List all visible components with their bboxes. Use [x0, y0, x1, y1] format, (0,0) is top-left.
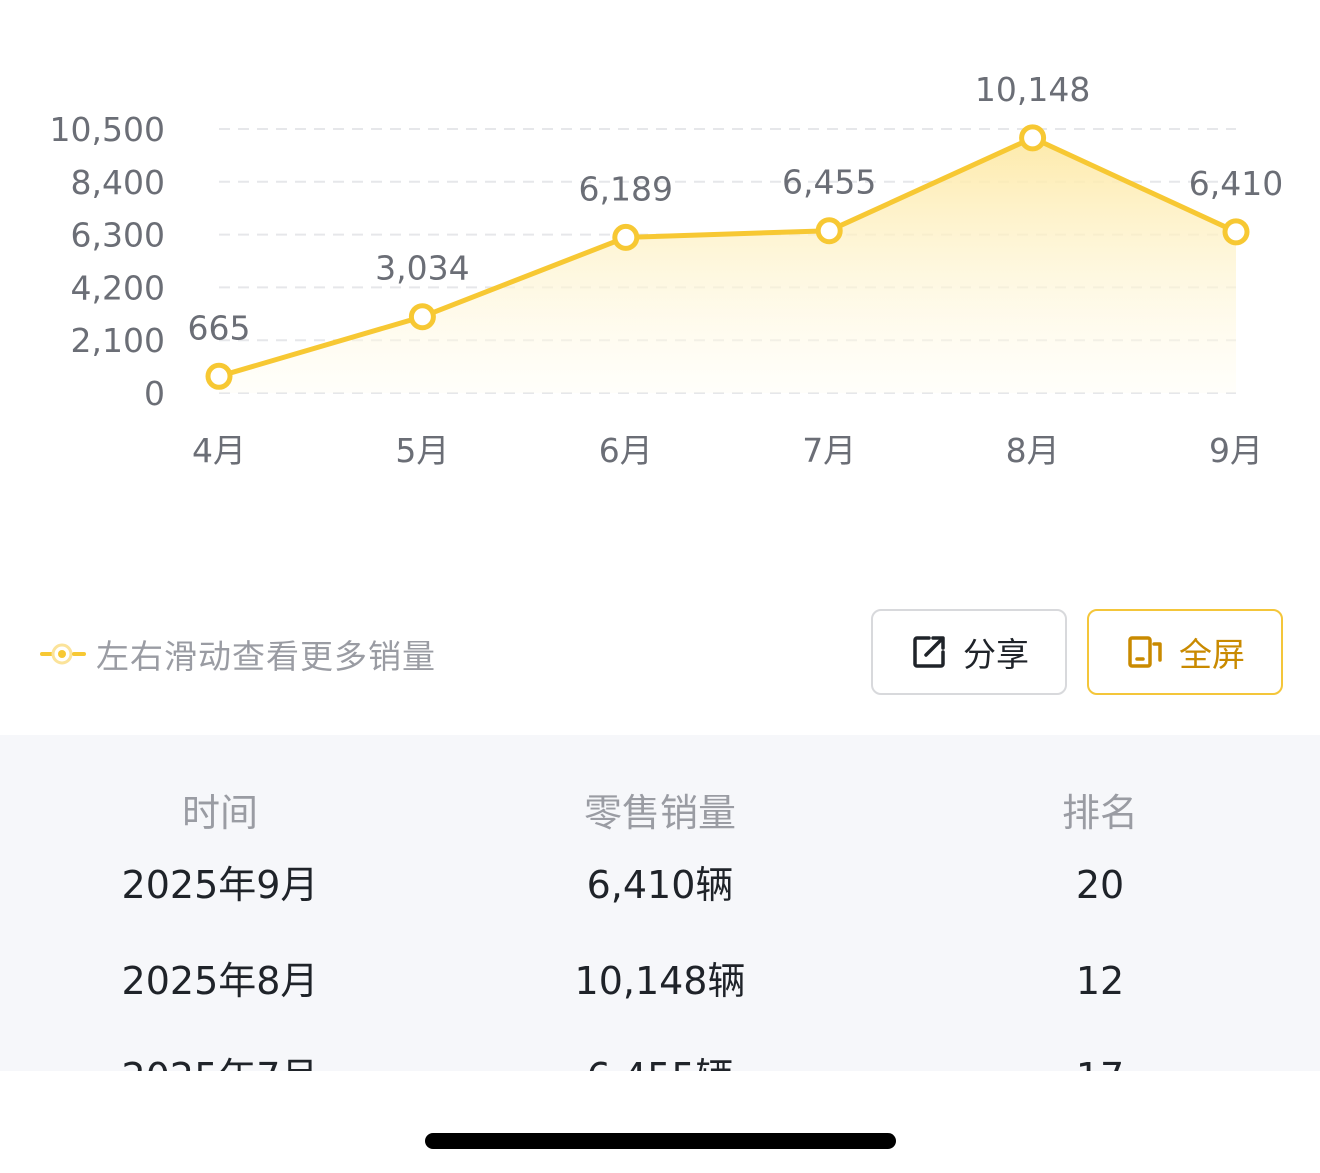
swipe-dot-icon	[40, 643, 86, 665]
data-point[interactable]	[815, 217, 843, 245]
x-tick-label: 9月	[1209, 431, 1263, 470]
share-button-label: 分享	[963, 635, 1029, 674]
row-sales: 10,148辆	[574, 959, 746, 1003]
row-rank: 12	[1075, 959, 1125, 1003]
header-rank: 排名	[1061, 791, 1138, 835]
share-icon	[913, 636, 945, 668]
swipe-hint-text: 左右滑动查看更多销量	[96, 637, 436, 676]
fullscreen-icon	[1128, 636, 1162, 668]
table-header: 时间 零售销量 排名	[0, 773, 1320, 853]
y-tick-label: 8,400	[71, 163, 165, 202]
x-tick-label: 6月	[599, 431, 653, 470]
y-tick-label: 0	[144, 374, 165, 413]
x-tick-label: 8月	[1006, 431, 1060, 470]
data-label: 6,455	[782, 163, 876, 202]
x-tick-label: 4月	[192, 431, 246, 470]
row-sales: 6,410辆	[586, 863, 734, 907]
data-point[interactable]	[205, 362, 233, 390]
data-label: 6,410	[1189, 164, 1283, 203]
data-point[interactable]	[408, 303, 436, 331]
share-button[interactable]: 分享	[871, 609, 1067, 695]
data-label: 3,034	[375, 249, 469, 288]
sales-table[interactable]: 时间 零售销量 排名 2025年9月 6,410辆 20 2025年8月 10,…	[0, 735, 1320, 1071]
y-tick-label: 2,100	[71, 321, 165, 360]
table-row: 2025年8月 10,148辆 12	[0, 941, 1320, 1021]
x-tick-label: 5月	[395, 431, 449, 470]
fullscreen-button[interactable]: 全屏	[1087, 609, 1283, 695]
y-tick-label: 6,300	[71, 216, 165, 255]
row-time: 2025年8月	[121, 959, 319, 1003]
sales-line-chart[interactable]: 0 2,100 4,200 6,300 8,400 10,500 665 3,034 6,18…	[0, 0, 1320, 500]
row-time: 2025年7月	[20, 1037, 420, 1071]
x-tick-label: 7月	[802, 431, 856, 470]
home-indicator	[425, 1133, 896, 1149]
y-tick-label: 10,500	[50, 110, 165, 149]
row-sales: 6,455辆	[460, 1037, 860, 1071]
data-point[interactable]	[1222, 218, 1250, 246]
data-label: 6,189	[579, 169, 673, 208]
row-rank: 17	[900, 1037, 1300, 1071]
swipe-hint: 左右滑动查看更多销量	[40, 630, 436, 678]
data-label: 10,148	[975, 70, 1090, 109]
table-row: 2025年9月 6,410辆 20	[0, 845, 1320, 925]
table-row: 2025年7月 6,455辆 17	[0, 1037, 1320, 1071]
row-rank: 20	[1075, 863, 1125, 907]
sales-area-fill	[219, 137, 1236, 393]
data-label: 665	[188, 308, 251, 347]
data-point[interactable]	[1019, 124, 1047, 152]
header-retail-sales: 零售销量	[583, 791, 736, 835]
row-time: 2025年9月	[121, 863, 319, 907]
header-time: 时间	[181, 791, 258, 835]
fullscreen-button-label: 全屏	[1179, 635, 1245, 674]
data-point[interactable]	[612, 223, 640, 251]
y-tick-label: 4,200	[71, 268, 165, 307]
